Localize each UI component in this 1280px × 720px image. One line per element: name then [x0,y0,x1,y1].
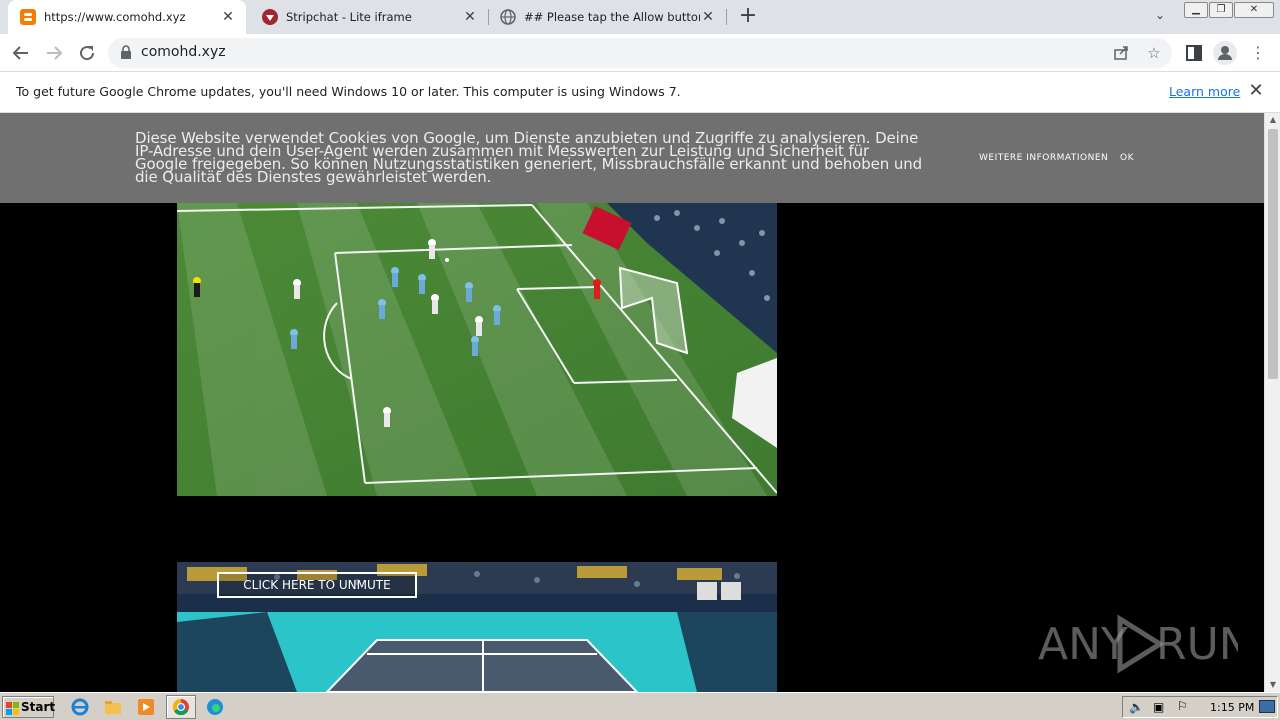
tab-strip: https://www.comohd.xyz ✕ Stripchat - Lit… [0,0,1280,34]
bookmark-star-icon[interactable]: ☆ [1143,42,1165,64]
unmute-button[interactable]: CLICK HERE TO UNMUTE [217,572,417,598]
tennis-video[interactable]: CLICK HERE TO UNMUTE [177,562,777,692]
reload-icon [80,46,95,61]
tab-separator [726,9,727,25]
share-icon[interactable] [1110,42,1132,64]
tab-comohd[interactable]: https://www.comohd.xyz ✕ [8,0,246,34]
start-label: Start [21,700,56,714]
lock-icon [120,45,134,61]
scroll-up-arrow-icon[interactable]: ▲ [1265,113,1280,127]
restore-button[interactable]: ❐ [1209,2,1233,18]
tab-title: ## Please tap the Allow button to c [524,10,700,24]
svg-text:ANY: ANY [1038,619,1128,670]
page-scrollbar[interactable]: ▲ ▼ [1264,113,1280,692]
file-explorer-icon[interactable] [103,697,123,717]
reload-button[interactable] [75,41,99,65]
globe-icon [500,9,516,25]
infobar-message: To get future Google Chrome updates, you… [16,84,681,99]
system-tray: 🔈 ▣ ⚐ [1122,696,1278,718]
tab-title: Stripchat - Lite iframe [286,10,412,24]
side-panel-icon[interactable] [1182,41,1206,65]
forward-button[interactable] [42,41,66,65]
close-icon[interactable]: ✕ [462,9,478,25]
tab-title: https://www.comohd.xyz [44,10,186,24]
new-tab-button[interactable]: + [736,5,760,29]
close-window-button[interactable]: ✕ [1234,2,1274,18]
cookie-banner: Diese Website verwendet Cookies von Goog… [0,113,1264,203]
back-button[interactable] [9,41,33,65]
screen: https://www.comohd.xyz ✕ Stripchat - Lit… [0,0,1280,720]
page-content: Diese Website verwendet Cookies von Goog… [0,113,1264,692]
cookie-text: Diese Website verwendet Cookies von Goog… [135,129,923,186]
browser-toolbar: comohd.xyz ☆ ⋮ [0,34,1280,72]
start-button[interactable]: Start [2,696,56,718]
internet-explorer-icon[interactable] [70,697,90,717]
blogger-icon [20,9,36,25]
anyrun-watermark-logo: ANY RUN [1038,609,1252,679]
stripchat-icon [262,9,278,25]
svg-text:RUN: RUN [1156,619,1238,670]
profile-avatar-icon[interactable] [1213,41,1237,65]
network-icon[interactable]: ▣ [1153,700,1164,714]
scrollbar-thumb[interactable] [1268,129,1278,379]
learn-more-link[interactable]: Learn more [1169,84,1240,99]
update-infobar: To get future Google Chrome updates, you… [0,72,1280,113]
windows-taskbar: Start 🔈 ▣ ⚐ 1:15 PM [0,692,1280,720]
url-text: comohd.xyz [141,44,226,60]
action-center-flag-icon[interactable]: ⚐ [1177,699,1188,713]
volume-icon[interactable]: 🔈 [1129,700,1144,714]
more-info-link[interactable]: WEITERE INFORMATIONEN [979,153,1108,163]
tab-stripchat[interactable]: Stripchat - Lite iframe ✕ [250,0,488,34]
menu-kebab-icon[interactable]: ⋮ [1246,41,1270,65]
address-bar[interactable]: comohd.xyz ☆ [108,38,1172,68]
cookie-ok-button[interactable]: OK [1120,153,1134,163]
windows-flag-icon [6,701,19,715]
close-icon[interactable]: ✕ [220,9,236,25]
close-icon[interactable]: ✕ [700,9,716,25]
scroll-down-arrow-icon[interactable]: ▼ [1265,678,1280,692]
infobar-close-icon[interactable]: ✕ [1246,81,1266,101]
back-arrow-icon [12,46,28,60]
tab-search-chevron-icon[interactable]: ⌄ [1150,8,1170,26]
tab-allow[interactable]: ## Please tap the Allow button to c ✕ [488,0,726,34]
chrome-taskbar-button[interactable] [166,695,196,719]
show-desktop-icon[interactable] [1259,700,1275,713]
clock: 1:15 PM [1210,701,1255,714]
edge-icon[interactable] [205,697,225,717]
media-player-icon[interactable] [136,697,156,717]
soccer-video[interactable] [176,203,778,496]
minimize-button[interactable]: ▁ [1184,2,1208,18]
forward-arrow-icon [47,46,63,60]
